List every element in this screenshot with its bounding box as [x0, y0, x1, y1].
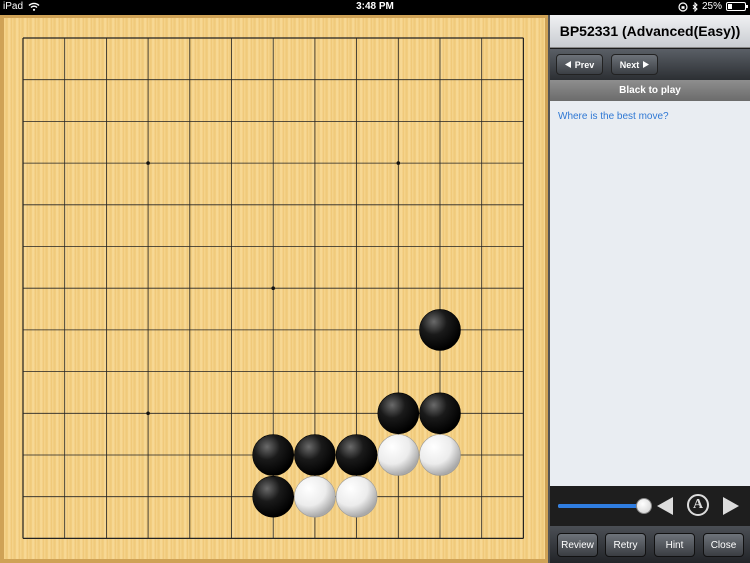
hint-button[interactable]: Hint [654, 533, 695, 557]
move-slider[interactable] [558, 498, 652, 514]
status-time: 3:48 PM [356, 1, 394, 12]
battery-percent: 25% [701, 1, 722, 12]
slider-fill [558, 504, 644, 508]
message-text: Where is the best move? [558, 111, 669, 122]
battery-fill [728, 4, 732, 9]
prev-button[interactable]: Prev [556, 54, 603, 75]
star-point [146, 161, 150, 165]
star-point [271, 286, 276, 291]
next-label: Next [619, 59, 640, 70]
white-stone[interactable] [294, 475, 336, 518]
problem-title: BP52331 (Advanced(Easy)) [550, 15, 750, 48]
review-button[interactable]: Review [557, 533, 598, 557]
prev-label: Prev [574, 59, 595, 70]
retry-button[interactable]: Retry [605, 533, 646, 557]
board-frame [0, 15, 548, 563]
black-stone[interactable] [252, 475, 295, 518]
rotation-lock-icon [678, 1, 688, 12]
black-stone[interactable] [419, 392, 461, 435]
message-area: Where is the best move? [550, 101, 750, 486]
battery-icon [726, 2, 748, 11]
forward-arrow-icon[interactable] [723, 497, 739, 515]
button-bar: Review Retry Hint Close [550, 526, 750, 563]
black-stone[interactable] [252, 434, 295, 476]
white-stone[interactable] [335, 475, 378, 518]
black-stone[interactable] [419, 309, 461, 351]
star-point [146, 411, 150, 416]
side-panel: BP52331 (Advanced(Easy)) Prev Next Black… [548, 15, 750, 563]
black-stone[interactable] [335, 434, 378, 476]
status-bar: iPad 3:48 PM 25% [0, 0, 750, 15]
board-grid[interactable] [4, 18, 545, 559]
turn-indicator: Black to play [550, 80, 750, 101]
close-button[interactable]: Close [703, 533, 744, 557]
triangle-left-icon [564, 61, 571, 68]
go-board[interactable] [4, 18, 545, 559]
back-arrow-icon[interactable] [657, 497, 673, 515]
triangle-right-icon [643, 61, 650, 68]
status-right: 25% [678, 1, 748, 12]
black-stone[interactable] [294, 434, 336, 476]
white-stone[interactable] [419, 434, 461, 476]
next-button[interactable]: Next [611, 54, 658, 75]
bluetooth-icon [692, 1, 698, 12]
black-stone[interactable] [377, 392, 420, 435]
slider-thumb[interactable] [636, 498, 652, 514]
annotation-button[interactable]: A [687, 494, 709, 516]
star-point [396, 161, 401, 165]
white-stone[interactable] [377, 434, 420, 476]
nav-bar: Prev Next [550, 49, 750, 80]
playback-controls: A [550, 486, 750, 526]
